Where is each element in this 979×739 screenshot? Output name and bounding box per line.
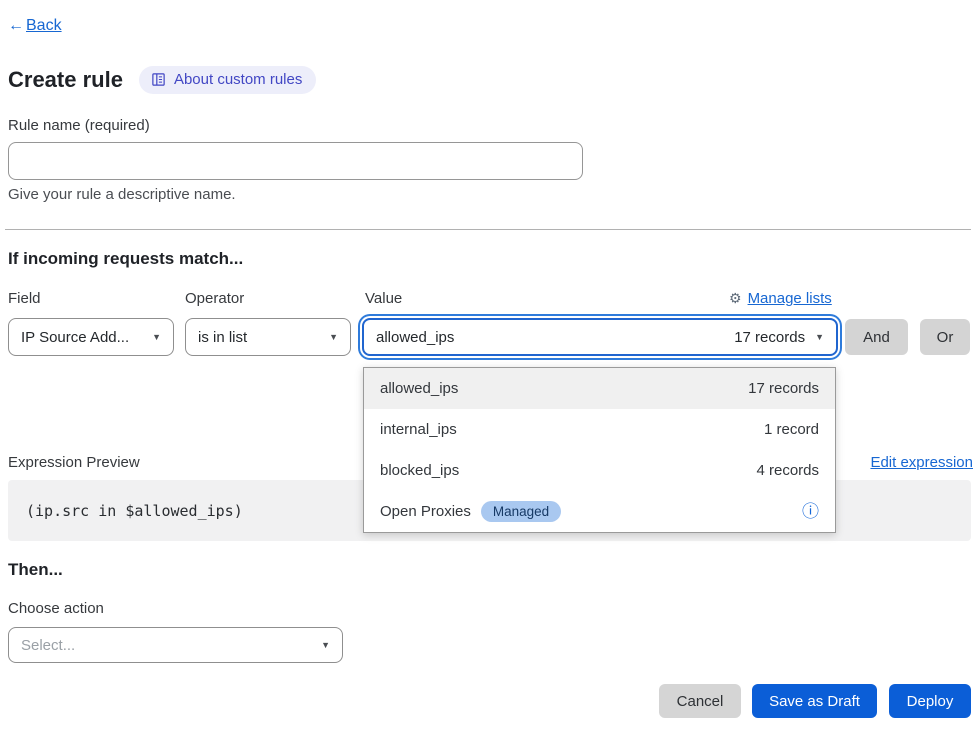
field-select-value: IP Source Add... (21, 329, 129, 346)
value-select-records: 17 records (734, 329, 805, 346)
action-select[interactable]: Select... ▼ (8, 627, 343, 663)
back-link-label: Back (26, 17, 62, 34)
value-select-selected: allowed_ips (376, 329, 454, 346)
operator-select[interactable]: is in list ▼ (185, 318, 351, 356)
rule-name-input[interactable] (8, 142, 583, 180)
deploy-button[interactable]: Deploy (889, 684, 971, 718)
operator-label: Operator (185, 290, 244, 307)
chevron-down-icon: ▼ (321, 640, 330, 650)
chevron-down-icon: ▼ (815, 332, 824, 342)
managed-badge: Managed (481, 501, 561, 522)
and-button[interactable]: And (845, 319, 908, 355)
list-option-records: 17 records (748, 380, 819, 397)
list-option-name: blocked_ips (380, 462, 459, 479)
list-option-internal-ips[interactable]: internal_ips 1 record (364, 409, 835, 450)
title-row: Create rule About custom rules (8, 66, 316, 94)
list-option-name: internal_ips (380, 421, 457, 438)
then-section-heading: Then... (8, 560, 63, 580)
page-title: Create rule (8, 67, 123, 93)
section-divider (5, 229, 971, 230)
list-option-name: Open Proxies (380, 503, 471, 520)
match-section-heading: If incoming requests match... (8, 249, 243, 269)
back-arrow-icon: ← (8, 17, 24, 34)
list-option-records: 1 record (764, 421, 819, 438)
about-pill-label: About custom rules (174, 71, 302, 88)
rule-name-helper: Give your rule a descriptive name. (8, 186, 236, 203)
create-rule-page: ←Back Create rule About custom rules Rul… (0, 0, 979, 739)
manage-lists-label: Manage lists (748, 290, 832, 307)
list-option-blocked-ips[interactable]: blocked_ips 4 records (364, 450, 835, 491)
edit-expression-link[interactable]: Edit expression (870, 454, 973, 471)
expression-preview-label: Expression Preview (8, 454, 140, 471)
value-label: Value (365, 290, 402, 307)
expression-code: (ip.src in $allowed_ips) (26, 502, 243, 520)
info-icon[interactable]: ⓘ (802, 503, 819, 520)
about-custom-rules-link[interactable]: About custom rules (139, 66, 316, 94)
value-dropdown-panel: allowed_ips 17 records internal_ips 1 re… (363, 367, 836, 533)
book-icon (151, 72, 166, 87)
choose-action-label: Choose action (8, 600, 104, 617)
value-select[interactable]: allowed_ips 17 records ▼ (362, 318, 838, 356)
cancel-button[interactable]: Cancel (659, 684, 741, 718)
gear-icon: ⚙ (729, 290, 742, 307)
or-button[interactable]: Or (920, 319, 970, 355)
list-option-open-proxies[interactable]: Open Proxies Managed ⓘ (364, 491, 835, 532)
action-select-placeholder: Select... (21, 637, 75, 654)
field-label: Field (8, 290, 41, 307)
chevron-down-icon: ▼ (152, 332, 161, 342)
rule-name-label: Rule name (required) (8, 117, 150, 134)
list-option-records: 4 records (756, 462, 819, 479)
save-as-draft-button[interactable]: Save as Draft (752, 684, 877, 718)
manage-lists-link[interactable]: ⚙ Manage lists (729, 290, 832, 307)
list-option-allowed-ips[interactable]: allowed_ips 17 records (364, 368, 835, 409)
chevron-down-icon: ▼ (329, 332, 338, 342)
list-option-name: allowed_ips (380, 380, 458, 397)
field-select[interactable]: IP Source Add... ▼ (8, 318, 174, 356)
back-link[interactable]: ←Back (8, 17, 62, 35)
operator-select-value: is in list (198, 329, 247, 346)
